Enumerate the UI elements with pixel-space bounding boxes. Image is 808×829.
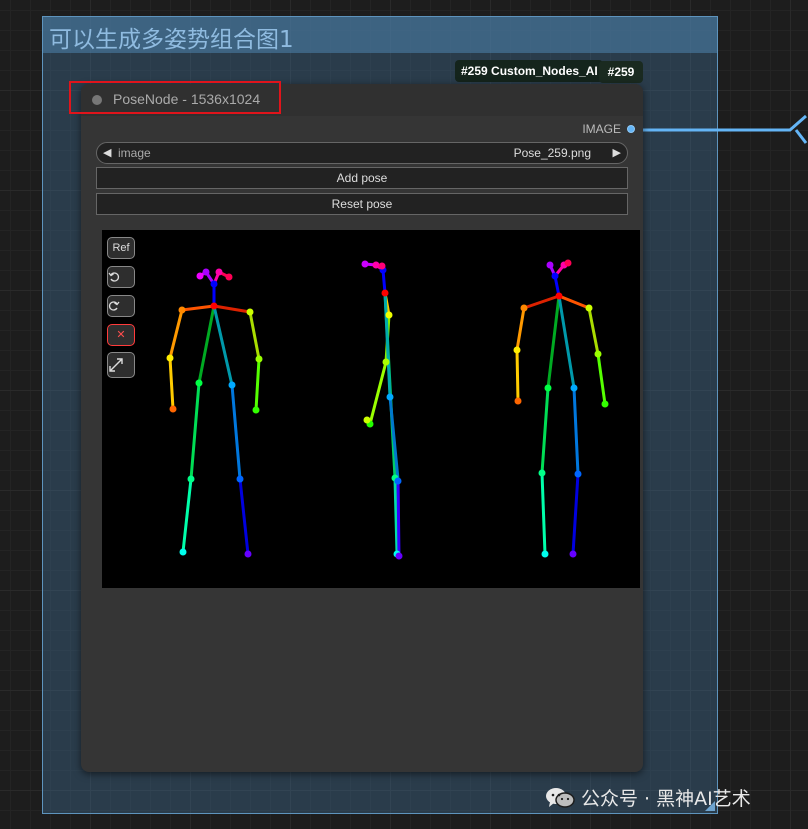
reset-pose-button[interactable]: Reset pose [96,193,628,215]
redo-button[interactable] [107,295,135,317]
image-output-label: IMAGE [582,122,621,136]
image-output-slot[interactable] [627,125,635,133]
combo-value: Pose_259.png [513,146,591,160]
undo-button[interactable] [107,266,135,288]
node-source-badge: #259 Custom_Nodes_AI [455,60,603,82]
node-id-badge: #259 [599,61,643,83]
group-title[interactable]: 可以生成多姿势组合图1 [49,20,294,54]
redo-icon [108,301,120,311]
image-output[interactable]: IMAGE [582,122,635,136]
expand-icon [109,358,123,372]
watermark-text: 公众号 · 黑神AI艺术 [581,788,751,810]
pose-skeletons[interactable] [102,230,640,588]
image-combo[interactable]: ◀ image Pose_259.png ▶ [96,142,628,164]
combo-next-arrow-icon[interactable]: ▶ [613,146,621,159]
pose-canvas[interactable]: Ref ✕ [102,230,640,588]
wechat-icon [546,787,575,808]
pose-figure-1 [168,270,261,556]
delete-button[interactable]: ✕ [107,324,135,346]
pose-figure-2 [363,262,401,558]
pose-node[interactable]: PoseNode - 1536x1024 IMAGE ◀ image Pose_… [81,84,643,772]
watermark: 公众号 · 黑神AI艺术 [545,784,751,811]
fullscreen-button[interactable] [107,352,135,378]
combo-prev-arrow-icon[interactable]: ◀ [103,146,111,159]
group-header[interactable]: 可以生成多姿势组合图1 [43,17,717,53]
close-icon: ✕ [116,329,126,341]
add-pose-button[interactable]: Add pose [96,167,628,189]
undo-icon [108,272,120,282]
title-highlight-box [69,81,281,114]
combo-label: image [118,146,151,160]
ref-button[interactable]: Ref [107,237,135,259]
